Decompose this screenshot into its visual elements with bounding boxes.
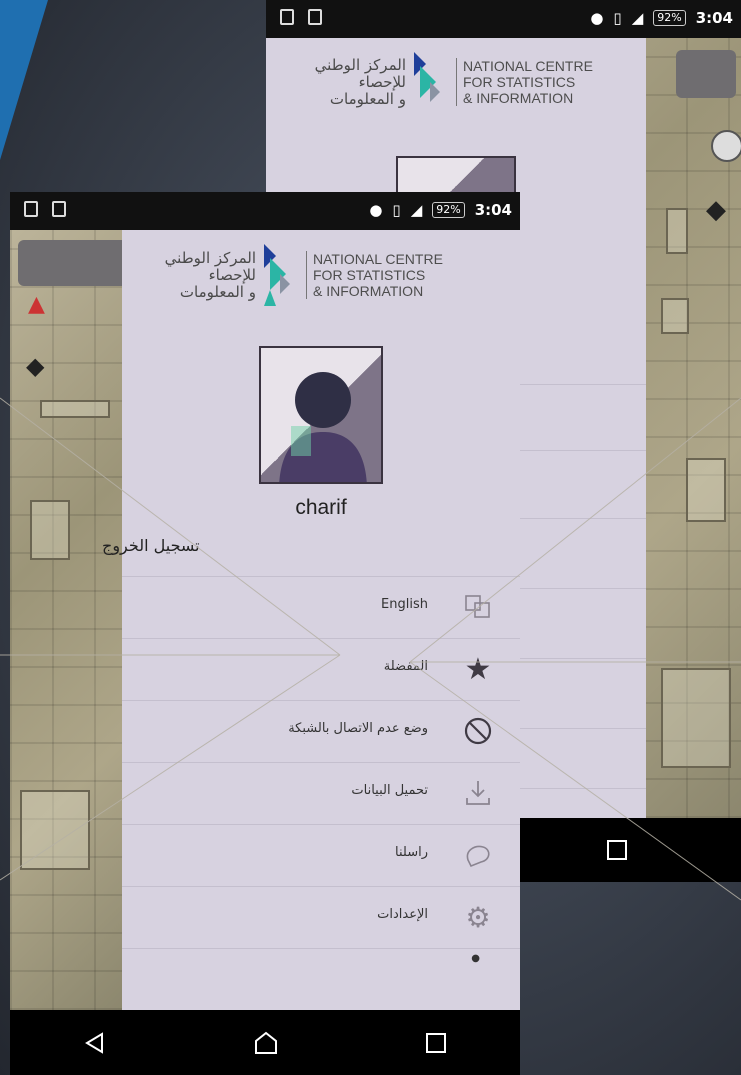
logo-english-line: & INFORMATION [313, 283, 424, 299]
ncsi-logo: المركز الوطني للإحصاء و المعلومات NATIONAL… [276, 52, 593, 112]
battery-indicator: 92% [432, 202, 465, 218]
settings-icon: ⚙ [465, 900, 491, 934]
layers-icon[interactable]: ◆ [706, 195, 726, 225]
menu-item-english[interactable]: English [122, 576, 520, 638]
offline-icon [462, 715, 494, 747]
language-icon [462, 591, 494, 623]
compass-icon[interactable] [711, 130, 741, 162]
more-indicator-icon: ● [471, 953, 480, 964]
menu-item-offline-mode[interactable]: وضع عدم الاتصال بالشبكة [122, 700, 520, 762]
signal-icon: ◢ [410, 201, 423, 219]
compass-icon[interactable]: ▲ [28, 292, 45, 317]
clock: 3:04 [474, 201, 512, 219]
user-silhouette-icon [279, 372, 367, 482]
location-icon: ● [369, 201, 383, 219]
map-building [20, 790, 90, 870]
menu-item-download-data[interactable]: تحميل البيانات [122, 762, 520, 824]
signal-icon: ◢ [631, 9, 644, 27]
recents-icon[interactable] [426, 1032, 447, 1053]
menu-item-more[interactable]: ● [122, 948, 520, 1010]
menu-item-contact-us[interactable]: راسلنا [122, 824, 520, 886]
logo-arabic-line: و المعلومات [179, 282, 256, 301]
menu-item-favorites[interactable]: المفضلة ★ [122, 638, 520, 700]
search-bar[interactable] [18, 240, 128, 286]
chat-icon [462, 839, 494, 871]
notification-icon [280, 9, 294, 25]
logo-arabic-line: المركز الوطني [164, 248, 256, 267]
image-icon [308, 9, 322, 25]
front-phone-screen: ● ▯ ◢ 92% 3:04 ▲ ◆ المركز الوطني للإحصاء… [10, 192, 520, 1075]
map-building [661, 668, 731, 768]
menu-item-label: English [381, 597, 428, 612]
logout-button[interactable]: تسجيل الخروج [102, 536, 200, 555]
menu-item-label: المفضلة [383, 659, 428, 674]
map-building [30, 500, 70, 560]
map-building [686, 458, 726, 522]
battery-indicator: 92% [653, 10, 686, 26]
avatar[interactable] [259, 346, 383, 484]
map-view[interactable] [10, 230, 122, 1010]
map-building [661, 298, 689, 334]
star-icon: ★ [464, 651, 492, 687]
home-icon[interactable] [253, 1031, 279, 1055]
menu-item-label: وضع عدم الاتصال بالشبكة [288, 721, 428, 736]
nav-bar [10, 1010, 520, 1075]
image-icon [52, 201, 66, 217]
status-bar: ● ▯ ◢ 92% 3:04 [10, 192, 520, 230]
search-bar[interactable] [676, 50, 736, 98]
map-building [666, 208, 688, 254]
location-icon: ● [590, 9, 604, 27]
map-building [40, 400, 110, 418]
username: charif [295, 496, 347, 519]
status-bar: ● ▯ ◢ 92% 3:04 [266, 0, 741, 38]
navigation-drawer: المركز الوطني للإحصاء و المعلومات NATION… [102, 230, 520, 1010]
logo-arabic-line: للإحصاء [208, 265, 256, 284]
clock: 3:04 [695, 9, 733, 27]
logo-english-line: NATIONAL CENTRE [313, 251, 443, 267]
menu-item-label: راسلنا [395, 845, 428, 860]
vibrate-icon: ▯ [392, 201, 401, 219]
ncsi-logo: المركز الوطني للإحصاء و المعلومات NATION… [126, 244, 443, 306]
menu-item-label: الإعدادات [377, 907, 428, 922]
logo-english-line: FOR STATISTICS [313, 267, 426, 283]
logo-mark-icon [414, 52, 440, 102]
background-shape [0, 0, 48, 160]
recents-icon[interactable] [607, 840, 628, 860]
vibrate-icon: ▯ [613, 9, 622, 27]
layers-icon[interactable]: ◆ [26, 352, 44, 380]
menu-item-settings[interactable]: الإعدادات ⚙ [122, 886, 520, 948]
download-icon [462, 777, 494, 809]
menu-item-label: تحميل البيانات [351, 783, 428, 798]
logo-mark-icon [264, 244, 290, 306]
notification-icon [24, 201, 38, 217]
back-icon[interactable] [84, 1031, 106, 1054]
